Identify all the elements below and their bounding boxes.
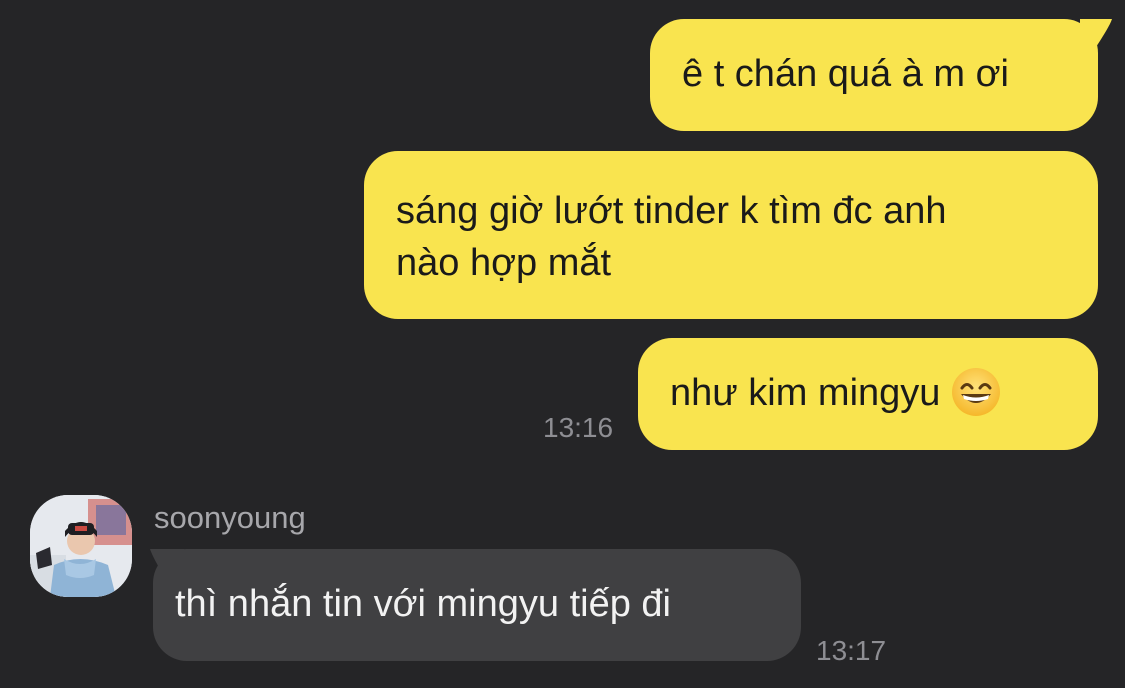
message-timestamp: 13:16 — [543, 412, 614, 443]
message-timestamp: 13:17 — [816, 635, 887, 666]
bubble-tail-outgoing — [1080, 19, 1112, 59]
message-bubble-outgoing[interactable]: sáng giờ lướt tinder k tìm đc anh nào hợ… — [364, 151, 1098, 319]
message-bubble-outgoing[interactable]: ê t chán quá à m ơi — [650, 19, 1098, 131]
message-bubble-outgoing[interactable]: như kim mingyu — [638, 338, 1098, 450]
avatar-image — [30, 495, 132, 597]
message-bubble-incoming[interactable]: thì nhắn tin với mingyu tiếp đi — [153, 549, 801, 661]
avatar[interactable] — [30, 495, 132, 597]
grinning-face-with-smiling-eyes-icon — [952, 367, 1001, 416]
message-text-line: sáng giờ lướt tinder k tìm đc anh — [396, 190, 947, 232]
message-text: thì nhắn tin với mingyu tiếp đi — [175, 583, 671, 625]
message-text-line: nào hợp mắt — [396, 242, 612, 284]
message-text: như kim mingyu — [670, 372, 941, 414]
message-text: ê t chán quá à m ơi — [682, 53, 1009, 95]
sender-name: soonyoung — [154, 500, 306, 535]
